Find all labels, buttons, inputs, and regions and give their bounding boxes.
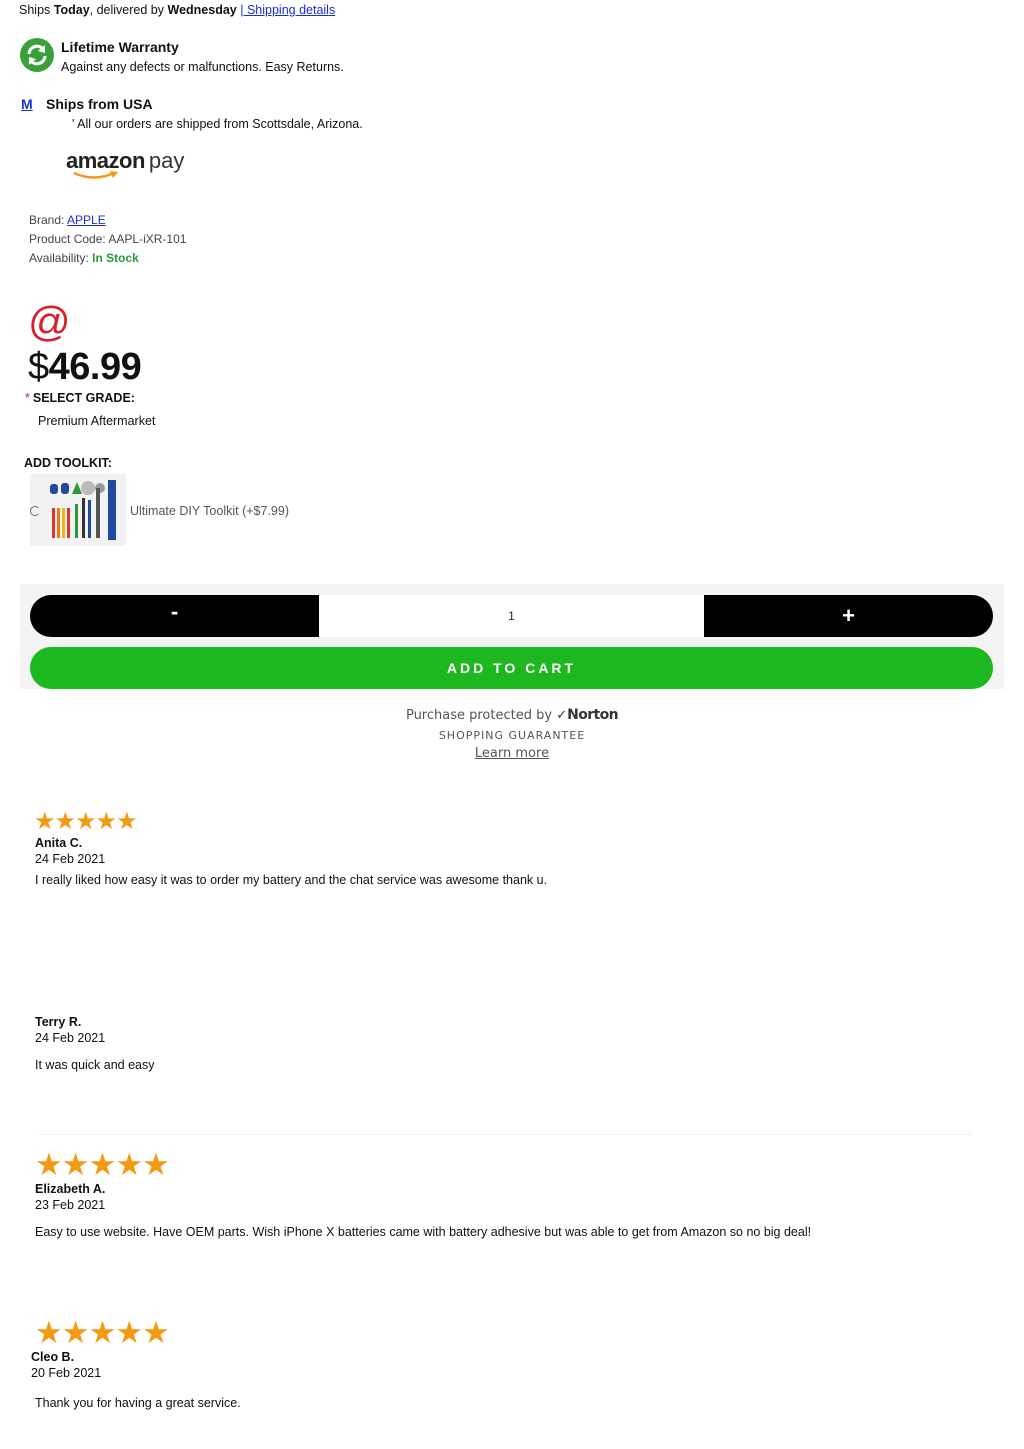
- review-date: 24 Feb 2021: [35, 852, 106, 866]
- product-price: $46.99: [28, 346, 142, 388]
- shipping-middle: , delivered by: [89, 3, 165, 17]
- grade-label: * SELECT GRADE:: [25, 391, 135, 405]
- quantity-decrease-button[interactable]: -: [30, 595, 319, 637]
- warranty-title: Lifetime Warranty: [61, 39, 179, 55]
- product-brand: Brand: APPLE: [29, 213, 106, 227]
- review-divider: [38, 1134, 972, 1135]
- shipping-prefix: Ships: [19, 3, 51, 17]
- norton-logo: Norton: [567, 707, 619, 723]
- at-icon: @: [28, 298, 71, 345]
- review-author: Cleo B.: [31, 1350, 75, 1364]
- refresh-icon: [20, 38, 54, 72]
- toolkit-label: ADD TOOLKIT:: [24, 456, 112, 470]
- product-code: Product Code: AAPL-iXR-101: [29, 232, 187, 246]
- review-date: 20 Feb 2021: [31, 1366, 102, 1380]
- required-mark: *: [25, 391, 30, 405]
- review-author: Anita C.: [35, 836, 83, 850]
- review-text: It was quick and easy: [35, 1058, 155, 1072]
- quantity-input[interactable]: 1: [319, 595, 704, 637]
- norton-protection: Purchase protected by ✓Norton: [405, 707, 619, 723]
- shipping-today: Today: [53, 3, 90, 17]
- stock-status: In Stock: [92, 251, 139, 265]
- review-text: Easy to use website. Have OEM parts. Wis…: [35, 1225, 812, 1239]
- shipping-info: Ships Today, delivered by Wednesday | Sh…: [19, 3, 335, 17]
- amazon-smile-icon: [73, 171, 118, 179]
- toolkit-radio[interactable]: [30, 506, 40, 516]
- quantity-increase-button[interactable]: +: [704, 595, 993, 637]
- review-text: Thank you for having a great service.: [35, 1396, 241, 1410]
- norton-learn-more[interactable]: Learn more: [0, 746, 1024, 761]
- review-text: I really liked how easy it was to order …: [35, 873, 548, 887]
- review-rating-stars: ★★★★★: [34, 808, 138, 835]
- warranty-description: Against any defects or malfunctions. Eas…: [61, 60, 344, 74]
- review-author: Terry R.: [35, 1015, 82, 1029]
- norton-check-icon: ✓: [556, 708, 568, 723]
- review-date: 23 Feb 2021: [35, 1198, 106, 1212]
- review-author: Elizabeth A.: [35, 1182, 106, 1196]
- toolkit-option-label[interactable]: Ultimate DIY Toolkit (+$7.99): [130, 504, 289, 518]
- usa-title: Ships from USA: [46, 96, 153, 112]
- brand-link[interactable]: APPLE: [67, 213, 106, 227]
- product-availability: Availability: In Stock: [29, 251, 139, 265]
- usa-description: ' All our orders are shipped from Scotts…: [72, 117, 363, 131]
- review-rating-stars: ★★★★★: [35, 1315, 170, 1350]
- add-to-cart-button[interactable]: ADD TO CART: [30, 647, 993, 689]
- toolkit-image: [30, 474, 126, 546]
- review-date: 24 Feb 2021: [35, 1031, 106, 1045]
- review-rating-stars: ★★★★★: [35, 1147, 170, 1182]
- shipping-details-link[interactable]: | Shipping details: [240, 3, 335, 17]
- usa-flag-link[interactable]: M: [21, 96, 33, 112]
- grade-option[interactable]: Premium Aftermarket: [38, 414, 155, 428]
- norton-guarantee: SHOPPING GUARANTEE: [438, 729, 586, 742]
- shipping-day: Wednesday: [167, 3, 237, 17]
